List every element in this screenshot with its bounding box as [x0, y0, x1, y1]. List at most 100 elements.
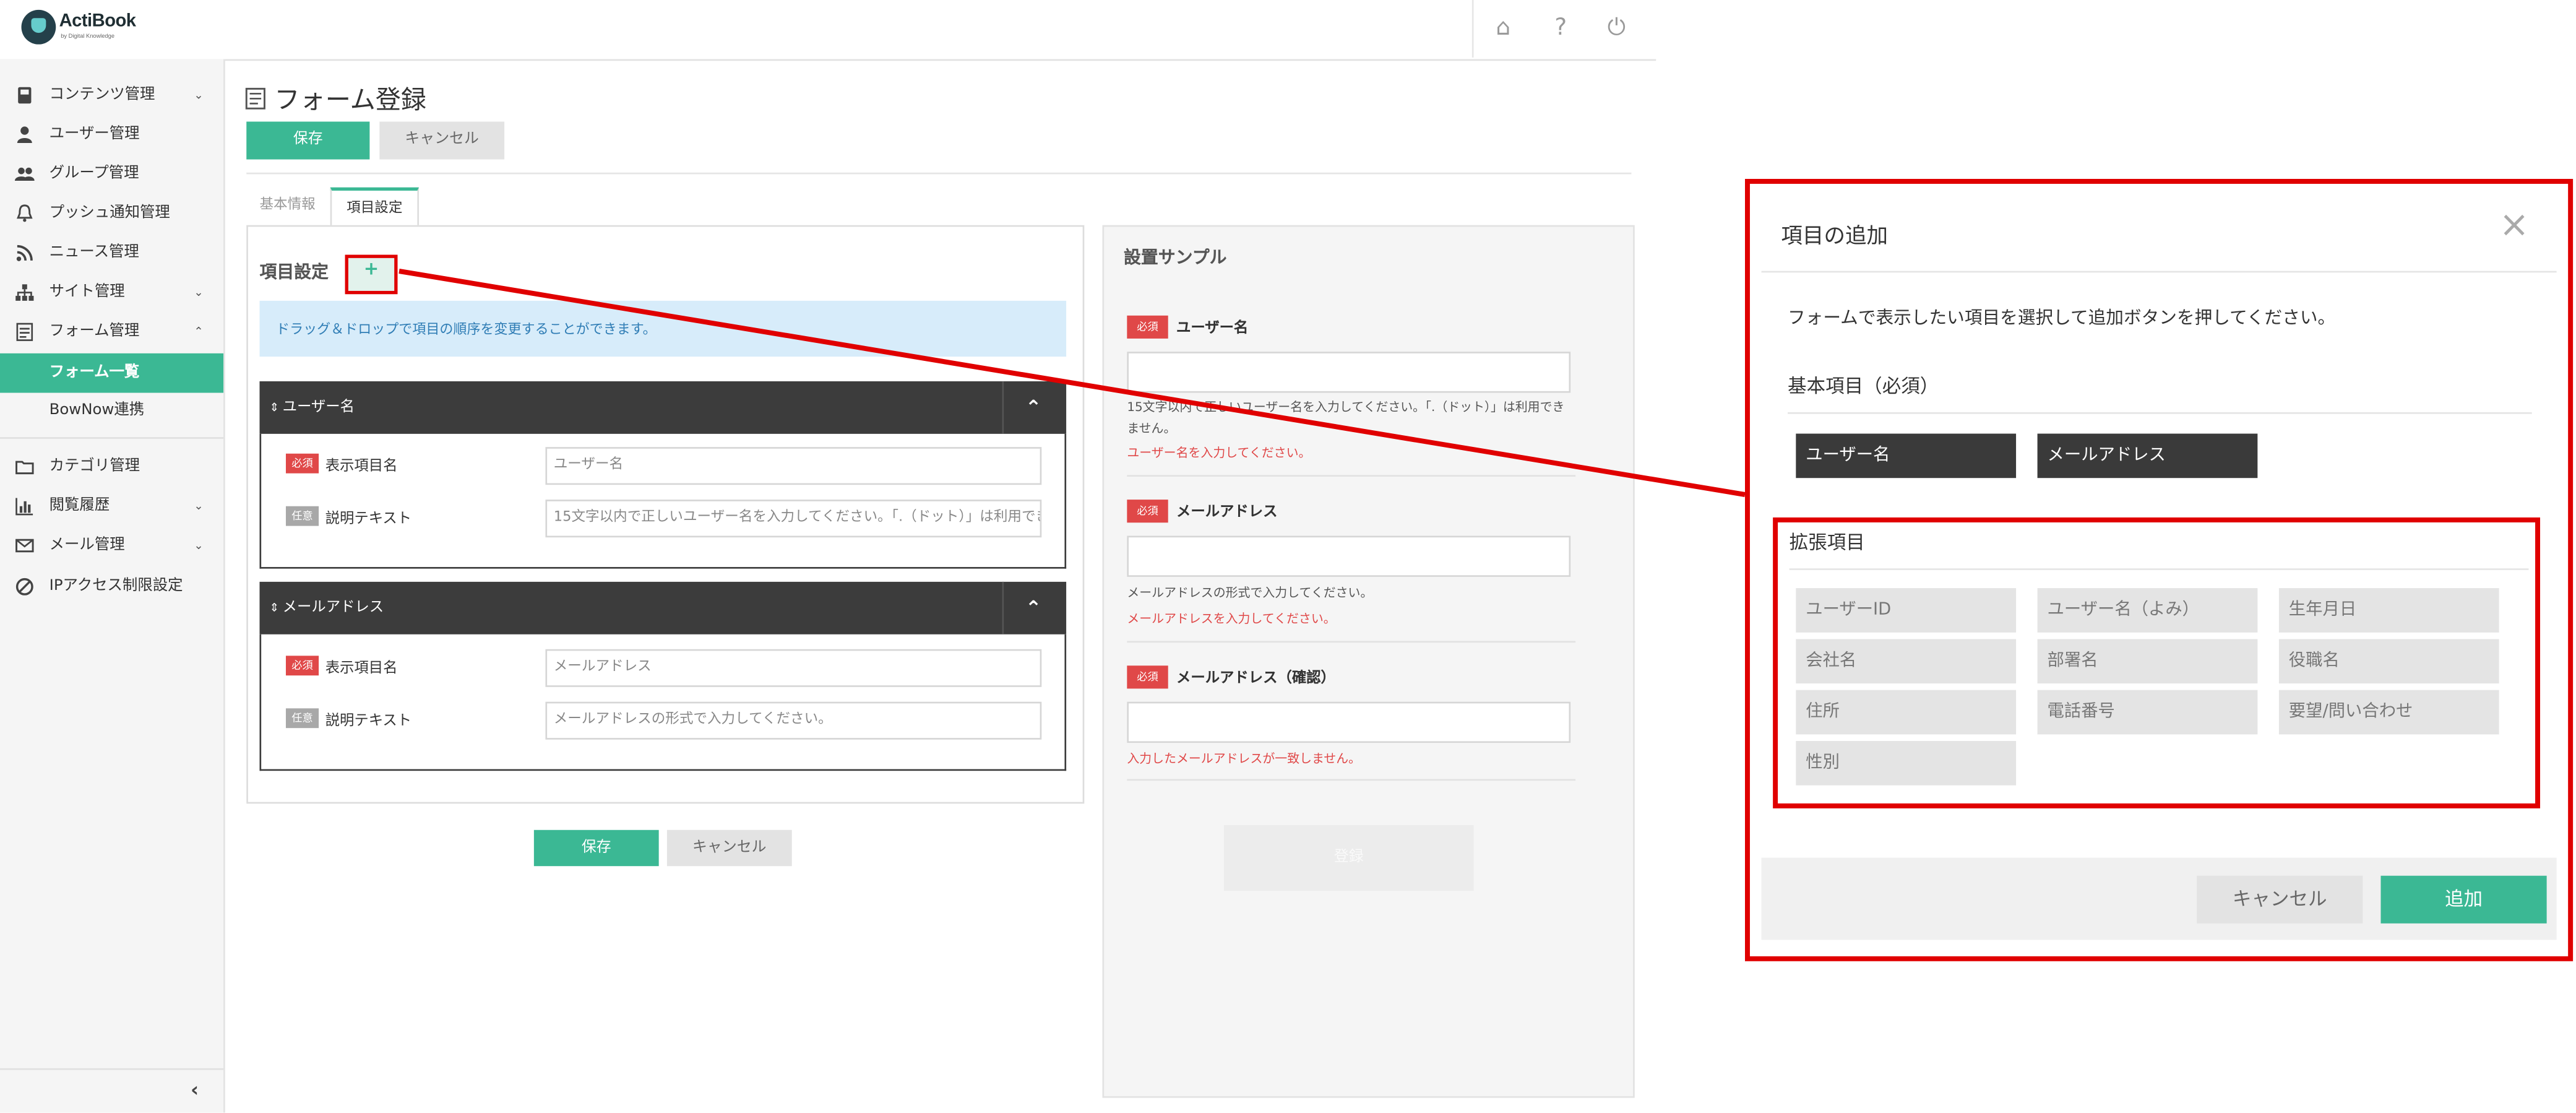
sidebar-footer-divider: [0, 1068, 224, 1070]
cancel-button-bottom[interactable]: キャンセル: [666, 829, 792, 867]
extended-item-chip[interactable]: 生年月日: [2278, 588, 2499, 633]
optional-badge: 任意: [285, 506, 319, 526]
required-badge: 必須: [1127, 315, 1168, 339]
page-title: フォーム登録: [274, 85, 427, 115]
sidebar-item-label: サイト管理: [49, 282, 125, 301]
sidebar-item-label: コンテンツ管理: [49, 85, 155, 104]
sidebar-item-groups[interactable]: グループ管理: [0, 155, 223, 194]
actibook-logo-icon: [21, 9, 56, 45]
bell-icon: [17, 204, 33, 222]
sidebar-item-mail[interactable]: メール管理 ⌄: [0, 526, 223, 566]
save-button[interactable]: 保存: [246, 121, 370, 160]
sidebar-item-site[interactable]: サイト管理 ⌄: [0, 273, 223, 313]
plus-icon: +: [363, 258, 379, 280]
drag-drop-info: ドラッグ＆ドロップで項目の順序を変更することができます。: [259, 300, 1067, 357]
sample-error-text: メールアドレスを入力してください。: [1127, 611, 1336, 626]
add-item-button[interactable]: +: [345, 254, 398, 295]
bar-chart-icon: [15, 498, 33, 516]
sidebar-item-push[interactable]: プッシュ通知管理: [0, 194, 223, 233]
sample-email-input[interactable]: [1127, 535, 1571, 577]
sidebar-item-forms[interactable]: フォーム管理 ⌃: [0, 312, 223, 352]
sample-error-text: 入力したメールアドレスが一致しません。: [1127, 751, 1361, 766]
form-icon: [16, 323, 33, 341]
top-bar: ActiBook by Digital Knowledge ⌂ ? ⏻: [0, 0, 1656, 61]
description-label: 説明テキスト: [325, 511, 412, 528]
accordion-header-email[interactable]: ⇕ メールアドレス ⌃: [259, 581, 1067, 634]
sidebar-item-news[interactable]: ニュース管理: [0, 233, 223, 273]
extended-item-chip[interactable]: 性別: [1796, 741, 2017, 786]
chevron-up-icon: ⌃: [194, 325, 204, 339]
extended-item-chip[interactable]: 要望/問い合わせ: [2278, 690, 2499, 735]
modal-cancel-button[interactable]: キャンセル: [2197, 875, 2363, 924]
tab-basic-info[interactable]: 基本情報: [246, 188, 329, 227]
extended-item-chip[interactable]: 会社名: [1796, 639, 2017, 684]
chevron-down-icon: ⌄: [194, 89, 204, 102]
extended-items-title: 拡張項目: [1789, 531, 1865, 554]
chevron-down-icon: ⌄: [194, 285, 204, 300]
sample-email-confirm-input[interactable]: [1127, 701, 1571, 743]
extended-item-chip[interactable]: 部署名: [2037, 639, 2258, 684]
accordion-body-username: 必須 表示項目名 ユーザー名 任意 説明テキスト 15文字以内で正しいユーザー名…: [259, 433, 1067, 569]
book-icon: [18, 87, 32, 104]
display-name-input[interactable]: ユーザー名: [545, 447, 1042, 485]
sidebar: コンテンツ管理 ⌄ ユーザー管理 グループ管理 プッシュ通知管理 ニュース管理 …: [0, 59, 225, 1113]
extended-item-chip[interactable]: ユーザー名（よみ）: [2037, 588, 2258, 633]
form-icon: [245, 87, 265, 110]
users-icon: [14, 167, 35, 181]
display-name-input[interactable]: メールアドレス: [545, 649, 1042, 687]
description-input[interactable]: メールアドレスの形式で入力してください。: [545, 701, 1042, 740]
basic-items-title: 基本項目（必須）: [1788, 374, 1939, 398]
collapse-icon[interactable]: ⌃: [1025, 381, 1042, 434]
collapse-sidebar-icon[interactable]: ‹: [191, 1078, 199, 1101]
brand-name: ActiBook: [59, 11, 136, 32]
accordion-body-email: 必須 表示項目名 メールアドレス 任意 説明テキスト メールアドレスの形式で入力…: [259, 634, 1067, 771]
sample-submit-button[interactable]: 登録: [1223, 825, 1474, 891]
sample-username-input[interactable]: [1127, 352, 1571, 393]
home-icon[interactable]: ⌂: [1488, 13, 1518, 43]
collapse-icon[interactable]: ⌃: [1025, 582, 1042, 634]
header-divider: [246, 172, 1632, 175]
sort-handle-icon[interactable]: ⇕: [269, 582, 279, 634]
close-icon[interactable]: ×: [2499, 205, 2530, 246]
sidebar-item-users[interactable]: ユーザー管理: [0, 115, 223, 155]
sidebar-item-label: BowNow連携: [49, 401, 145, 420]
sidebar-item-ip-restriction[interactable]: IPアクセス制限設定: [0, 567, 223, 607]
sort-handle-icon[interactable]: ⇕: [269, 381, 279, 434]
sample-field-label: メールアドレス（確認）: [1176, 670, 1335, 687]
modal-title: 項目の追加: [1781, 225, 1889, 250]
sidebar-item-category[interactable]: カテゴリ管理: [0, 447, 223, 487]
chevron-down-icon: ⌄: [194, 500, 204, 513]
header-divider: [1002, 581, 1004, 634]
folder-icon: [15, 461, 34, 475]
extended-item-chip[interactable]: 電話番号: [2037, 690, 2258, 735]
sample-divider: [1127, 641, 1576, 643]
sitemap-icon: [15, 284, 34, 301]
extended-item-chip[interactable]: ユーザーID: [1796, 588, 2017, 633]
sidebar-item-label: 閲覧履歴: [49, 496, 110, 515]
sample-help-text: 15文字以内で正しいユーザー名を入力してください。「.（ドット）」は利用できませ…: [1127, 399, 1565, 436]
extended-item-chip[interactable]: 役職名: [2278, 639, 2499, 684]
add-item-modal: 項目の追加 × フォームで表示したい項目を選択して追加ボタンを押してください。 …: [1745, 179, 2576, 961]
sidebar-item-history[interactable]: 閲覧履歴 ⌄: [0, 487, 223, 526]
sidebar-item-contents[interactable]: コンテンツ管理 ⌄: [0, 76, 223, 115]
help-icon[interactable]: ?: [1546, 13, 1575, 43]
extended-items-divider: [1789, 568, 2529, 570]
cancel-button[interactable]: キャンセル: [379, 121, 505, 160]
extended-item-chip[interactable]: 住所: [1796, 690, 2017, 735]
required-badge: 必須: [1127, 500, 1168, 523]
sample-field-label: メールアドレス: [1176, 505, 1278, 521]
sample-divider: [1127, 779, 1576, 781]
modal-add-button[interactable]: 追加: [2380, 875, 2547, 924]
basic-item-chip: ユーザー名: [1796, 433, 2017, 479]
description-input[interactable]: 15文字以内で正しいユーザー名を入力してください。「.（ドット）」は利用できませ…: [545, 500, 1042, 538]
required-badge: 必須: [1127, 665, 1168, 689]
sidebar-item-form-list[interactable]: フォーム一覧: [0, 353, 224, 393]
required-badge: 必須: [285, 656, 319, 676]
sidebar-item-bownow[interactable]: BowNow連携: [0, 391, 223, 431]
save-button-bottom[interactable]: 保存: [533, 829, 659, 867]
tab-item-settings[interactable]: 項目設定: [330, 187, 420, 229]
basic-items-divider: [1788, 412, 2532, 414]
accordion-header-username[interactable]: ⇕ ユーザー名 ⌃: [259, 381, 1067, 434]
power-icon[interactable]: ⏻: [1602, 13, 1632, 43]
sample-divider: [1127, 475, 1576, 477]
